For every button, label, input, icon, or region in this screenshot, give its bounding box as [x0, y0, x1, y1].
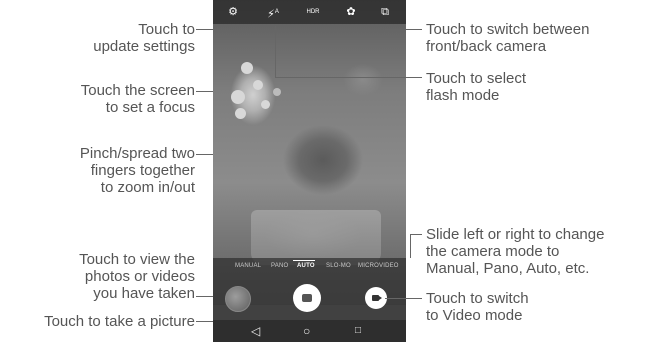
shutter-button[interactable]: [293, 284, 321, 312]
back-triangle-icon[interactable]: ◁: [251, 323, 260, 339]
camera-mode-leader-vertical: [410, 234, 411, 258]
filter-icon[interactable]: ✿: [343, 4, 359, 20]
camera-mode-leader-line: [410, 234, 422, 235]
video-mode-leader-line: [385, 298, 422, 299]
gear-icon[interactable]: ⚙: [225, 4, 241, 20]
switch-camera-leader-line: [385, 29, 422, 30]
camera-mode-selector[interactable]: MANUAL PANO AUTO SLO-MO MICROVIDEO: [213, 258, 406, 278]
gallery-thumbnail[interactable]: [225, 286, 251, 312]
home-circle-icon[interactable]: ○: [303, 323, 310, 339]
recents-square-icon[interactable]: □: [355, 323, 361, 339]
flash-annotation: Touch to select flash mode: [426, 70, 527, 104]
settings-annotation: Touch to update settings: [93, 21, 195, 55]
active-mode-indicator: [293, 260, 315, 261]
view-photos-annotation: Touch to view the photos or videos you h…: [79, 251, 195, 302]
flash-leader-line: [275, 77, 422, 78]
flower-cluster: [273, 88, 281, 96]
switch-camera-icon[interactable]: ⧉: [377, 4, 393, 20]
take-picture-annotation: Touch to take a picture: [44, 313, 195, 330]
flash-leader-vertical: [275, 26, 276, 78]
mode-pano[interactable]: PANO: [271, 263, 288, 269]
flower-cluster: [241, 62, 253, 74]
camera-top-bar: ⚙ ⚡A HDR ✿ ⧉: [213, 0, 406, 24]
flower-cluster: [231, 90, 245, 104]
android-nav-bar: ◁ ○ □: [213, 320, 406, 342]
flash-icon[interactable]: ⚡A: [265, 4, 281, 21]
mode-microvideo[interactable]: MICROVIDEO: [358, 263, 399, 269]
camera-icon: [302, 294, 312, 302]
flower-pot: [251, 210, 381, 265]
hdr-icon[interactable]: HDR: [305, 4, 321, 20]
video-mode-annotation: Touch to switch to Video mode: [426, 290, 529, 324]
mode-auto[interactable]: AUTO: [297, 263, 315, 269]
video-camera-icon: [372, 295, 382, 301]
mode-slo-mo[interactable]: SLO-MO: [326, 263, 351, 269]
zoom-annotation: Pinch/spread two fingers together to zoo…: [79, 145, 195, 196]
switch-camera-annotation: Touch to switch between front/back camer…: [426, 21, 590, 55]
flower-cluster: [235, 108, 246, 119]
camera-screen[interactable]: ⚙ ⚡A HDR ✿ ⧉ MANUAL PANO AUTO SLO-MO MIC…: [213, 0, 406, 342]
camera-mode-annotation: Slide left or right to change the camera…: [426, 226, 605, 277]
mode-manual[interactable]: MANUAL: [235, 263, 261, 269]
flower-cluster: [261, 100, 270, 109]
video-mode-button[interactable]: [365, 287, 387, 309]
focus-annotation: Touch the screen to set a focus: [80, 82, 195, 116]
flower-cluster: [253, 80, 263, 90]
